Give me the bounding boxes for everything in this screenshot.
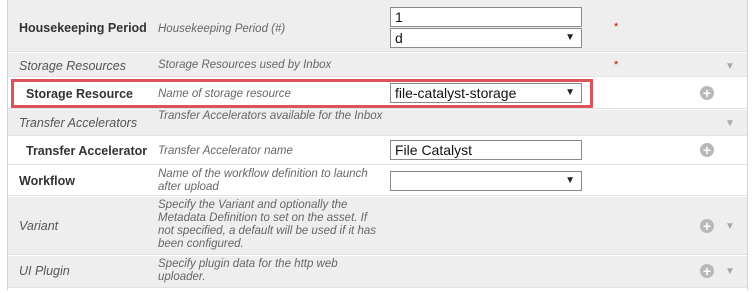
transfer-accelerators-label: Transfer Accelerators	[19, 116, 138, 130]
add-icon[interactable]: +	[700, 143, 714, 157]
highlight-box	[11, 79, 593, 108]
housekeeping-period-description: Housekeeping Period (#)	[158, 23, 286, 35]
transfer-accelerator-label: Transfer Accelerator	[26, 144, 148, 158]
row-workflow: Workflow Name of the workflow definition…	[8, 166, 747, 196]
workflow-description: Name of the workflow definition to launc…	[158, 168, 368, 193]
storage-resources-description: Storage Resources used by Inbox	[158, 59, 332, 71]
row-transfer-accelerator: Transfer Accelerator Transfer Accelerato…	[8, 137, 747, 165]
housekeeping-period-number-input[interactable]: 1	[390, 7, 582, 27]
row-storage-resources: Storage Resources Storage Resources used…	[8, 53, 747, 77]
row-ui-plugin: UI Plugin Specify plugin data for the ht…	[8, 256, 747, 288]
housekeeping-period-number-value: 1	[395, 9, 403, 25]
housekeeping-period-label: Housekeeping Period	[19, 21, 147, 35]
transfer-accelerator-description: Transfer Accelerator name	[158, 145, 293, 157]
collapse-caret-icon[interactable]: ▼	[725, 221, 735, 232]
workflow-select[interactable]: ▼	[390, 171, 582, 191]
add-icon[interactable]: +	[700, 264, 714, 278]
transfer-accelerators-description: Transfer Accelerators available for the …	[158, 110, 383, 122]
housekeeping-period-unit-value: d	[395, 30, 403, 46]
collapse-caret-icon[interactable]: ▼	[725, 118, 735, 129]
required-star-icon: *	[614, 59, 619, 71]
ui-plugin-description: Specify plugin data for the http web upl…	[158, 258, 338, 283]
storage-resources-label: Storage Resources	[19, 59, 127, 73]
variant-label: Variant	[19, 219, 59, 233]
row-housekeeping-period: Housekeeping Period Housekeeping Period …	[8, 0, 747, 52]
collapse-caret-icon[interactable]: ▼	[725, 61, 735, 72]
ui-plugin-label: UI Plugin	[19, 264, 70, 278]
add-icon[interactable]: +	[700, 86, 714, 100]
housekeeping-period-unit-select[interactable]: d ▼	[390, 28, 582, 48]
required-star-icon: *	[614, 21, 619, 33]
transfer-accelerator-value: File Catalyst	[395, 142, 473, 158]
transfer-accelerator-input[interactable]: File Catalyst	[390, 140, 582, 160]
workflow-label: Workflow	[19, 174, 76, 188]
chevron-down-icon: ▼	[565, 32, 575, 43]
variant-description: Specify the Variant and optionally the M…	[158, 199, 376, 250]
add-icon[interactable]: +	[700, 219, 714, 233]
row-transfer-accelerators: Transfer Accelerators Transfer Accelerat…	[8, 110, 747, 136]
collapse-caret-icon[interactable]: ▼	[725, 266, 735, 277]
row-variant: Variant Specify the Variant and optional…	[8, 197, 747, 255]
chevron-down-icon: ▼	[565, 175, 575, 186]
